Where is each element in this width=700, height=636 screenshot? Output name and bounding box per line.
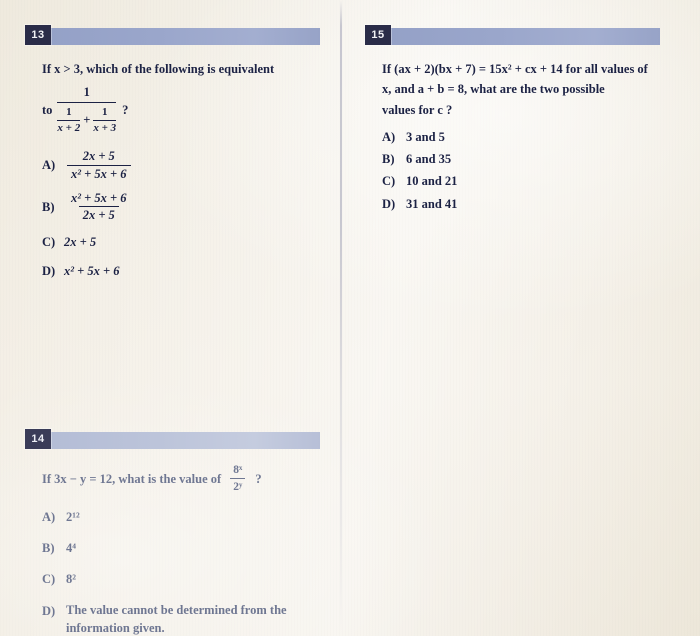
denominator-plus-sign: + xyxy=(83,113,91,128)
question-13-number-badge: 13 xyxy=(25,25,51,45)
choice-c-text: 10 and 21 xyxy=(406,174,458,189)
choice-a-text: 3 and 5 xyxy=(406,129,445,144)
question-13-choice-c[interactable]: C) 2x + 5 xyxy=(42,232,345,252)
denominator-right-fraction: 1 x + 3 xyxy=(93,105,117,135)
question-13: 13 If x > 3, which of the following is e… xyxy=(25,25,345,291)
left-column: 13 If x > 3, which of the following is e… xyxy=(0,0,340,636)
choice-a-label: A) xyxy=(42,158,56,173)
question-14-number-badge: 14 xyxy=(25,429,51,449)
question-15-number-badge: 15 xyxy=(365,25,391,45)
question-13-stem-trail: ? xyxy=(122,103,129,117)
right-column: 15 If (ax + 2)(bx + 7) = 15x² + cx + 14 … xyxy=(350,0,690,636)
choice-b-label: B) xyxy=(382,152,395,166)
question-13-choice-b[interactable]: B) x² + 5x + 6 2x + 5 xyxy=(42,191,345,224)
question-13-choices: A) 2x + 5 x² + 5x + 6 B) x² + 5x + 6 2x … xyxy=(42,149,345,282)
choice-b-text: 6 and 35 xyxy=(406,152,452,166)
choice-d-text: The value cannot be determined from the … xyxy=(66,602,287,635)
choice-d-label: D) xyxy=(42,603,56,618)
question-14-choice-a[interactable]: A) 2¹² xyxy=(42,507,345,527)
complex-fraction-numerator: 1 xyxy=(83,85,90,100)
question-15-stem-line-1: If (ax + 2)(bx + 7) = 15x² + cx + 14 for… xyxy=(382,62,648,76)
choice-c-label: C) xyxy=(382,174,396,189)
question-13-stem-line-1: If x > 3, which of the following is equi… xyxy=(42,62,275,76)
power-fraction-numerator: 8ˣ xyxy=(233,464,243,476)
question-15-choice-c[interactable]: C) 10 and 21 xyxy=(382,171,685,191)
question-14-choices: A) 2¹² B) 4⁴ C) 8² D) The value cannot b… xyxy=(42,507,345,636)
denominator-left-fraction: 1 x + 2 xyxy=(57,105,81,135)
choice-a-text: 2¹² xyxy=(66,509,80,524)
choice-b-text: 4⁴ xyxy=(66,541,76,555)
question-13-stem-lead: to xyxy=(42,103,53,117)
choice-c-text: 8² xyxy=(66,572,76,587)
question-14-choice-d[interactable]: D) The value cannot be determined from t… xyxy=(42,601,345,636)
denominator-right-denominator: x + 3 xyxy=(93,119,117,134)
question-15-choices: A) 3 and 5 B) 6 and 35 C) 10 and 21 D) 3… xyxy=(382,127,685,214)
power-fraction-denominator: 2ʸ xyxy=(230,478,246,494)
question-14-expression-row: If 3x − y = 12, what is the value of 8ˣ … xyxy=(42,463,345,495)
question-14-stem-trail: ? xyxy=(255,471,262,486)
choice-b-label: B) xyxy=(42,541,55,555)
question-15-stem-line-2: x, and a + b = 8, what are the two possi… xyxy=(382,82,605,97)
choice-d-label: D) xyxy=(42,264,56,279)
question-14-stem-lead: If 3x − y = 12, what is the value of xyxy=(42,471,222,486)
choice-d-label: D) xyxy=(382,196,396,211)
denominator-left-numerator: 1 xyxy=(66,105,72,118)
scanned-test-page: 13 If x > 3, which of the following is e… xyxy=(0,0,700,636)
question-15-header-bar: 15 xyxy=(365,25,660,45)
choice-a-denominator: x² + 5x + 6 xyxy=(67,164,131,182)
question-13-body: If x > 3, which of the following is equi… xyxy=(25,59,345,282)
question-13-complex-fraction: 1 1 x + 2 + 1 x + 3 xyxy=(57,85,117,135)
question-15-choice-a[interactable]: A) 3 and 5 xyxy=(382,127,685,147)
choice-d-text: x² + 5x + 6 xyxy=(64,264,120,279)
choice-b-denominator: 2x + 5 xyxy=(78,206,119,223)
question-14-body: If 3x − y = 12, what is the value of 8ˣ … xyxy=(25,463,345,636)
question-14-choice-c[interactable]: C) 8² xyxy=(42,569,345,589)
choice-a-label: A) xyxy=(382,129,396,144)
question-14-choice-b[interactable]: B) 4⁴ xyxy=(42,538,345,558)
denominator-left-denominator: x + 2 xyxy=(57,119,81,134)
choice-b-numerator: x² + 5x + 6 xyxy=(71,190,127,205)
question-14: 14 If 3x − y = 12, what is the value of … xyxy=(25,429,345,636)
question-14-header-bar: 14 xyxy=(25,429,320,449)
complex-fraction-denominator: 1 x + 2 + 1 x + 3 xyxy=(57,101,117,135)
choice-a-fraction: 2x + 5 x² + 5x + 6 xyxy=(67,149,131,182)
denominator-right-numerator: 1 xyxy=(101,105,108,118)
question-13-choice-d[interactable]: D) x² + 5x + 6 xyxy=(42,261,345,281)
choice-a-numerator: 2x + 5 xyxy=(82,149,115,163)
choice-c-label: C) xyxy=(42,572,56,587)
question-15: 15 If (ax + 2)(bx + 7) = 15x² + cx + 14 … xyxy=(365,25,685,216)
choice-d-text: 31 and 41 xyxy=(406,196,458,211)
question-13-expression-row: to 1 1 x + 2 + 1 x + 3 ? xyxy=(42,85,345,135)
question-15-choice-d[interactable]: D) 31 and 41 xyxy=(382,194,685,214)
question-15-choice-b[interactable]: B) 6 and 35 xyxy=(382,149,685,169)
choice-b-label: B) xyxy=(42,199,55,214)
question-15-body: If (ax + 2)(bx + 7) = 15x² + cx + 14 for… xyxy=(365,59,685,214)
choice-c-text: 2x + 5 xyxy=(64,235,97,249)
choice-b-fraction: x² + 5x + 6 2x + 5 xyxy=(67,191,131,224)
question-13-header-bar: 13 xyxy=(25,25,320,45)
question-14-power-fraction: 8ˣ 2ʸ xyxy=(230,463,246,495)
question-13-choice-a[interactable]: A) 2x + 5 x² + 5x + 6 xyxy=(42,149,345,182)
choice-a-label: A) xyxy=(42,509,56,524)
choice-c-label: C) xyxy=(42,235,56,249)
question-15-stem-line-3: values for c ? xyxy=(382,102,453,117)
